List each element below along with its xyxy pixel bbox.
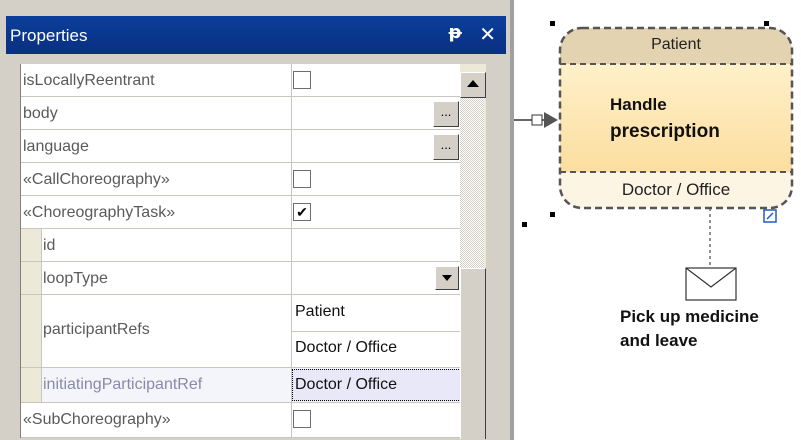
vertical-scrollbar[interactable] bbox=[460, 64, 486, 439]
property-grid: isLocallyReentrant body ... language ...… bbox=[20, 64, 461, 438]
sequence-flow-arrow-icon bbox=[514, 112, 558, 128]
row-initiatingparticipantref[interactable]: initiatingParticipantRef Doctor / Office bbox=[21, 368, 461, 403]
properties-panel: Properties ᵽ ✕ isLocallyReentrant body .… bbox=[0, 0, 510, 440]
prop-name: loopType bbox=[43, 270, 108, 287]
ellipsis-button[interactable]: ... bbox=[433, 134, 459, 160]
ellipsis-button[interactable]: ... bbox=[433, 101, 459, 127]
row-body[interactable]: body ... bbox=[21, 97, 461, 130]
participant-ref-value[interactable]: Patient bbox=[295, 303, 345, 321]
prop-name: participantRefs bbox=[43, 321, 150, 338]
message-label-line2[interactable]: and leave bbox=[620, 331, 698, 351]
prop-name: «SubChoreography» bbox=[23, 411, 171, 428]
scrollbar-thumb[interactable] bbox=[460, 268, 486, 439]
row-choreographytask[interactable]: «ChoreographyTask» ✔ bbox=[21, 196, 461, 229]
dropdown-button[interactable] bbox=[435, 266, 459, 290]
checkbox-unchecked[interactable] bbox=[293, 410, 311, 428]
properties-title-bar: Properties ᵽ ✕ bbox=[6, 16, 506, 54]
scroll-up-button[interactable] bbox=[460, 72, 486, 98]
diagram-canvas[interactable]: Patient Handle prescription Doctor / Off… bbox=[514, 0, 801, 440]
scrollbar-track[interactable] bbox=[460, 98, 484, 268]
top-participant-band[interactable]: Patient bbox=[572, 36, 780, 54]
checkbox-unchecked[interactable] bbox=[293, 71, 311, 89]
diagram-svg bbox=[514, 26, 794, 301]
prop-name: id bbox=[43, 237, 56, 254]
row-language[interactable]: language ... bbox=[21, 130, 461, 163]
row-isLocallyReentrant[interactable]: isLocallyReentrant bbox=[21, 64, 461, 97]
prop-name: «CallChoreography» bbox=[23, 171, 170, 188]
prop-name: «ChoreographyTask» bbox=[23, 204, 176, 221]
message-label-line1[interactable]: Pick up medicine bbox=[620, 307, 759, 327]
prop-name: initiatingParticipantRef bbox=[43, 376, 203, 393]
checkbox-unchecked[interactable] bbox=[293, 170, 311, 188]
prop-name: body bbox=[23, 105, 58, 122]
row-participantrefs[interactable]: participantRefs Patient Doctor / Office bbox=[21, 295, 461, 368]
task-name-line1[interactable]: Handle bbox=[610, 95, 667, 115]
participant-ref-value[interactable]: Doctor / Office bbox=[295, 339, 397, 357]
row-subchoreography[interactable]: «SubChoreography» bbox=[21, 403, 461, 438]
envelope-icon bbox=[685, 267, 737, 301]
properties-title: Properties bbox=[10, 26, 88, 45]
prop-name: language bbox=[23, 138, 89, 155]
task-name-line2[interactable]: prescription bbox=[610, 121, 720, 143]
row-callchoreography[interactable]: «CallChoreography» bbox=[21, 163, 461, 196]
bottom-participant-band[interactable]: Doctor / Office bbox=[572, 180, 780, 200]
prop-name: isLocallyReentrant bbox=[23, 72, 155, 89]
row-looptype[interactable]: loopType bbox=[21, 262, 461, 295]
subprocess-marker-icon bbox=[763, 209, 777, 223]
checkbox-checked[interactable]: ✔ bbox=[293, 203, 311, 221]
pin-icon[interactable]: ᵽ bbox=[449, 22, 462, 43]
row-id[interactable]: id bbox=[21, 229, 461, 262]
close-icon[interactable]: ✕ bbox=[479, 22, 496, 46]
initiating-participant-value[interactable]: Doctor / Office bbox=[295, 376, 397, 394]
